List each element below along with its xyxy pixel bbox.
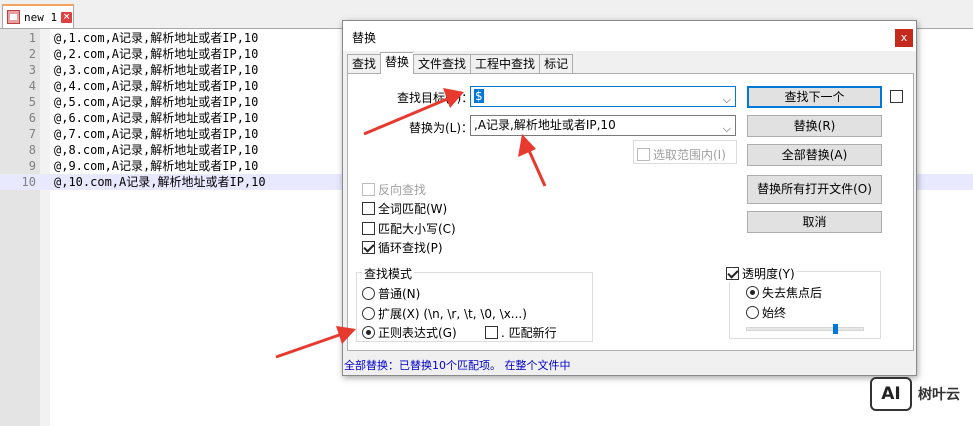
replace-dialog: 替换 x 查找 替换 文件查找 工程中查找 标记 查找目标(F)： $ ⌵ 替换… bbox=[342, 20, 917, 376]
mode-regex-radio[interactable]: 正则表达式(G) bbox=[362, 324, 457, 341]
radio-circle-checked bbox=[362, 326, 375, 339]
backward-direction-checkbox[interactable]: 反向查找 bbox=[362, 181, 426, 198]
dialog-title: 替换 bbox=[352, 31, 377, 45]
line-text: @,8.com,A记录,解析地址或者IP,10 bbox=[54, 143, 259, 157]
line-number: 2 bbox=[28, 47, 36, 61]
line-number: 8 bbox=[28, 143, 36, 157]
search-mode-title: 查找模式 bbox=[362, 265, 415, 282]
whole-word-label: 全词匹配(W) bbox=[378, 202, 448, 216]
radio-circle bbox=[746, 306, 759, 319]
replace-with-combo[interactable]: ,A记录,解析地址或者IP,10 ⌵ bbox=[470, 115, 736, 136]
find-value: $ bbox=[474, 89, 484, 103]
on-lose-focus-label: 失去焦点后 bbox=[762, 286, 823, 300]
checkbox-box bbox=[890, 90, 903, 103]
dialog-titlebar[interactable]: 替换 x bbox=[343, 21, 916, 51]
match-case-label: 匹配大小写(C) bbox=[378, 222, 456, 236]
always-radio[interactable]: 始终 bbox=[746, 304, 786, 321]
line-text: @,6.com,A记录,解析地址或者IP,10 bbox=[54, 111, 259, 125]
line-number: 7 bbox=[28, 127, 36, 141]
radio-circle-checked bbox=[746, 286, 759, 299]
line-text: @,3.com,A记录,解析地址或者IP,10 bbox=[54, 63, 259, 77]
match-case-checkbox[interactable]: 匹配大小写(C) bbox=[362, 220, 456, 237]
tab-find-in-files[interactable]: 文件查找 bbox=[413, 54, 471, 74]
tab-close-icon[interactable]: × bbox=[61, 11, 73, 23]
dot-matches-newline-checkbox[interactable]: . 匹配新行 bbox=[485, 324, 557, 341]
line-text: @,2.com,A记录,解析地址或者IP,10 bbox=[54, 47, 259, 61]
mode-extended-radio[interactable]: 扩展(X) (\n, \r, \t, \0, \x...) bbox=[362, 305, 527, 322]
whole-word-checkbox[interactable]: 全词匹配(W) bbox=[362, 200, 447, 217]
replace-all-button[interactable]: 全部替换(A) bbox=[747, 144, 882, 166]
mode-extended-label: 扩展(X) (\n, \r, \t, \0, \x...) bbox=[378, 307, 527, 321]
watermark-brand: 树叶云 bbox=[918, 387, 960, 403]
line-text: @,4.com,A记录,解析地址或者IP,10 bbox=[54, 79, 259, 93]
line-number: 1 bbox=[28, 31, 36, 45]
close-icon[interactable]: x bbox=[895, 29, 913, 47]
wrap-around-label: 循环查找(P) bbox=[378, 241, 443, 255]
line-text: @,5.com,A记录,解析地址或者IP,10 bbox=[54, 95, 259, 109]
tab-mark[interactable]: 标记 bbox=[539, 54, 574, 74]
radio-circle bbox=[362, 307, 375, 320]
tab-find-in-project[interactable]: 工程中查找 bbox=[470, 54, 540, 74]
transparency-checkbox[interactable]: 透明度(Y) bbox=[726, 265, 797, 282]
line-text: @,10.com,A记录,解析地址或者IP,10 bbox=[54, 175, 266, 189]
dot-newline-label: . 匹配新行 bbox=[501, 326, 557, 340]
in-selection-checkbox[interactable]: 选取范围内(I) bbox=[637, 146, 726, 163]
checkbox-box-checked bbox=[726, 267, 739, 280]
radio-circle bbox=[362, 287, 375, 300]
find-what-combo[interactable]: $ ⌵ bbox=[470, 86, 736, 107]
tab-replace[interactable]: 替换 bbox=[380, 52, 414, 74]
line-number: 6 bbox=[28, 111, 36, 125]
checkbox-box-checked bbox=[362, 241, 375, 254]
on-lose-focus-radio[interactable]: 失去焦点后 bbox=[746, 284, 822, 301]
checkbox-box bbox=[637, 148, 650, 161]
find-next-button[interactable]: 查找下一个 bbox=[747, 86, 882, 108]
replace-panel: 查找目标(F)： $ ⌵ 替换为(L)： ,A记录,解析地址或者IP,10 ⌵ … bbox=[347, 73, 914, 351]
line-number: 9 bbox=[28, 159, 36, 173]
tab-label: new 1 bbox=[24, 10, 58, 24]
cancel-button[interactable]: 取消 bbox=[747, 211, 882, 233]
line-number: 10 bbox=[21, 175, 36, 189]
checkbox-box bbox=[362, 183, 375, 196]
find-next-option-checkbox[interactable] bbox=[890, 90, 903, 103]
transparency-label: 透明度(Y) bbox=[742, 267, 795, 281]
replace-value: ,A记录,解析地址或者IP,10 bbox=[474, 118, 616, 132]
transparency-slider-track[interactable] bbox=[746, 327, 864, 331]
dialog-tabs: 查找 替换 文件查找 工程中查找 标记 bbox=[347, 52, 574, 74]
chevron-down-icon[interactable]: ⌵ bbox=[723, 119, 731, 135]
backward-label: 反向查找 bbox=[378, 183, 427, 197]
chevron-down-icon[interactable]: ⌵ bbox=[723, 90, 731, 106]
mode-normal-radio[interactable]: 普通(N) bbox=[362, 285, 420, 302]
arrow-to-regex-mode bbox=[275, 331, 346, 359]
transparency-slider-thumb[interactable] bbox=[832, 324, 838, 334]
wrap-around-checkbox[interactable]: 循环查找(P) bbox=[362, 239, 443, 256]
mode-regex-label: 正则表达式(G) bbox=[378, 326, 457, 340]
line-text: @,9.com,A记录,解析地址或者IP,10 bbox=[54, 159, 259, 173]
replace-button[interactable]: 替换(R) bbox=[747, 115, 882, 137]
watermark-logo: AI bbox=[870, 377, 912, 411]
watermark: AI 树叶云 bbox=[870, 377, 960, 411]
line-text: @,1.com,A记录,解析地址或者IP,10 bbox=[54, 31, 259, 45]
in-selection-label: 选取范围内(I) bbox=[653, 148, 726, 162]
file-icon bbox=[7, 10, 20, 24]
line-number: 4 bbox=[28, 79, 36, 93]
checkbox-box bbox=[362, 222, 375, 235]
replace-all-open-docs-button[interactable]: 替换所有打开文件(O) bbox=[747, 175, 882, 204]
status-message: 全部替换：已替换10个匹配项。 在整个文件中 bbox=[344, 359, 571, 372]
tab-new-1[interactable]: new 1 × bbox=[2, 4, 74, 28]
find-label: 查找目标(F)： bbox=[397, 91, 474, 105]
replace-label: 替换为(L)： bbox=[409, 121, 474, 135]
checkbox-box bbox=[362, 202, 375, 215]
line-number: 5 bbox=[28, 95, 36, 109]
checkbox-box bbox=[485, 326, 498, 339]
always-label: 始终 bbox=[762, 306, 787, 320]
tab-find[interactable]: 查找 bbox=[347, 54, 381, 74]
line-text: @,7.com,A记录,解析地址或者IP,10 bbox=[54, 127, 259, 141]
line-number: 3 bbox=[28, 63, 36, 77]
mode-normal-label: 普通(N) bbox=[378, 287, 421, 301]
